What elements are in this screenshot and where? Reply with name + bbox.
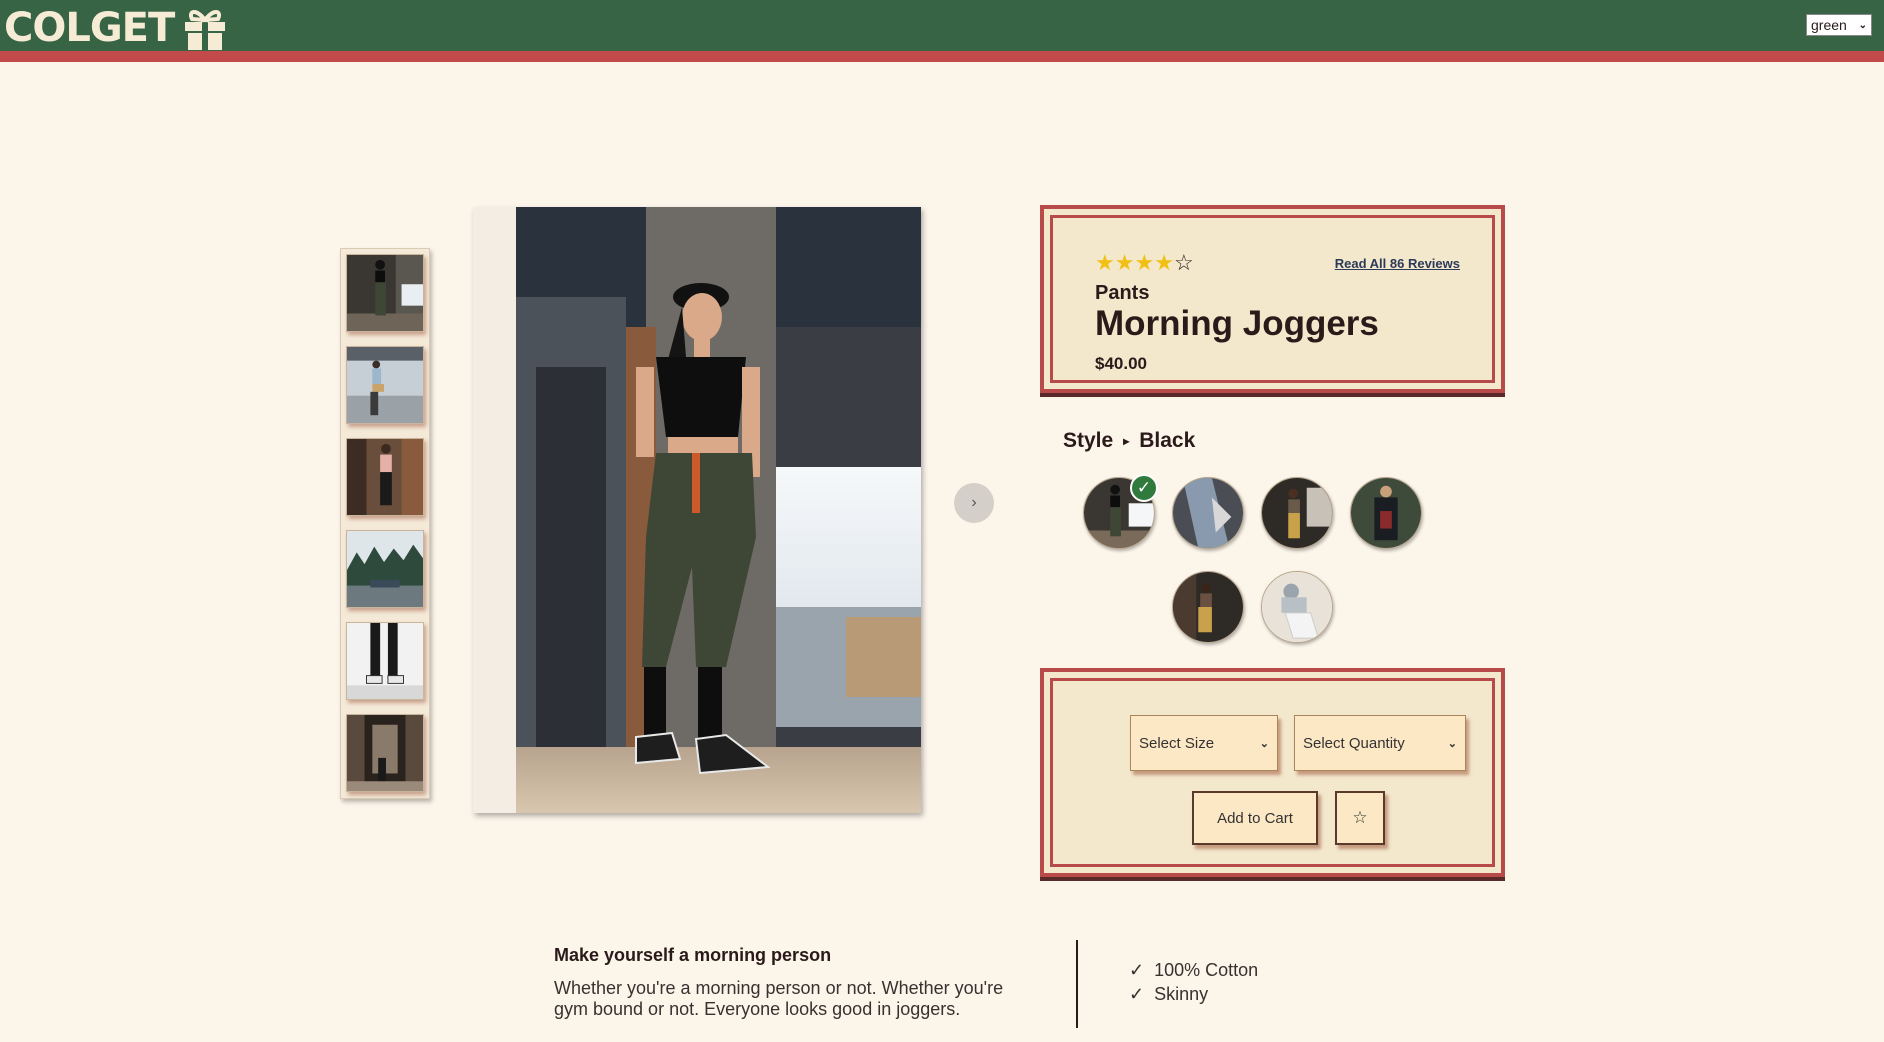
site-header: COLGET green ⌄	[0, 0, 1884, 62]
quantity-select-placeholder: Select Quantity	[1303, 734, 1405, 752]
thumbnail-1[interactable]	[346, 254, 424, 332]
gift-icon	[185, 10, 226, 50]
star-icon: ★	[1095, 250, 1115, 275]
logo[interactable]: COLGET	[4, 4, 228, 52]
style-selected-value: Black	[1139, 429, 1196, 452]
theme-select-value: green	[1811, 17, 1847, 33]
swatch-image	[1173, 478, 1243, 548]
product-photo	[516, 207, 921, 813]
logo-text: COLGET	[4, 5, 175, 51]
style-swatch-4[interactable]	[1350, 477, 1422, 549]
star-outline-icon: ☆	[1352, 808, 1368, 827]
thumbnail-strip	[340, 248, 430, 799]
feature-text: Skinny	[1154, 984, 1209, 1004]
feature-text: 100% Cotton	[1154, 960, 1259, 980]
style-swatch-2[interactable]	[1172, 477, 1244, 549]
thumbnail-image	[347, 531, 423, 607]
checkmark-icon: ✓	[1129, 960, 1145, 980]
arrow-right-icon: ▸	[1123, 434, 1130, 448]
swatch-image	[1351, 478, 1421, 548]
swatch-image	[1262, 572, 1332, 642]
product-category: Pants	[1095, 282, 1150, 304]
swatch-image	[1262, 478, 1332, 548]
checkmark-icon: ✓	[1129, 984, 1145, 1004]
style-swatch-3[interactable]	[1261, 477, 1333, 549]
feature-item: ✓ Skinny	[1129, 982, 1258, 1006]
thumbnail-2[interactable]	[346, 346, 424, 424]
add-to-cart-label: Add to Cart	[1217, 809, 1293, 827]
product-info-panel: ★ ★ ★ ★ ☆ Read All 86 Reviews Pants Morn…	[1040, 205, 1505, 393]
product-price: $40.00	[1095, 354, 1147, 373]
main-image-frame	[473, 207, 921, 813]
swatch-image	[1173, 572, 1243, 642]
thumbnail-image	[347, 255, 423, 331]
rating-stars: ★ ★ ★ ★ ☆	[1095, 252, 1194, 274]
selected-check-icon: ✓	[1130, 474, 1158, 502]
star-outline-icon: ☆	[1173, 250, 1194, 275]
size-select[interactable]: Select Size ⌄	[1130, 715, 1278, 771]
cart-panel-inner: Select Size ⌄ Select Quantity ⌄ Add to C…	[1050, 678, 1495, 867]
style-swatch-6[interactable]	[1261, 571, 1333, 643]
quantity-select[interactable]: Select Quantity ⌄	[1294, 715, 1466, 771]
add-to-cart-button[interactable]: Add to Cart	[1192, 791, 1318, 845]
main-product-image[interactable]	[516, 207, 921, 813]
thumbnail-5[interactable]	[346, 622, 424, 700]
star-icon: ★	[1154, 250, 1174, 275]
size-select-placeholder: Select Size	[1139, 734, 1215, 752]
product-info-inner: ★ ★ ★ ★ ☆ Read All 86 Reviews Pants Morn…	[1050, 215, 1495, 383]
chevron-down-icon: ⌄	[1259, 737, 1269, 750]
description-title: Make yourself a morning person	[554, 945, 832, 965]
thumbnail-6[interactable]	[346, 714, 424, 792]
favorite-button[interactable]: ☆	[1335, 791, 1385, 845]
next-image-button[interactable]: ›	[954, 483, 994, 523]
description-divider	[1076, 940, 1078, 1028]
thumbnail-4[interactable]	[346, 530, 424, 608]
style-heading: Style	[1063, 429, 1114, 452]
thumbnail-image	[347, 715, 423, 791]
feature-item: ✓ 100% Cotton	[1129, 958, 1258, 982]
theme-select[interactable]: green ⌄	[1806, 14, 1872, 36]
thumbnail-3[interactable]	[346, 438, 424, 516]
product-title: Morning Joggers	[1095, 304, 1379, 343]
chevron-down-icon: ⌄	[1447, 737, 1457, 750]
feature-list: ✓ 100% Cotton ✓ Skinny	[1129, 958, 1258, 1006]
star-icon: ★	[1134, 250, 1155, 275]
read-reviews-link[interactable]: Read All 86 Reviews	[1335, 256, 1460, 271]
thumbnail-image	[347, 439, 423, 515]
star-icon: ★	[1114, 250, 1135, 275]
chevron-down-icon: ⌄	[1858, 19, 1867, 31]
style-label: Style ▸ Black	[1063, 429, 1195, 453]
chevron-right-icon: ›	[971, 494, 977, 511]
thumbnail-image	[347, 347, 423, 423]
thumbnail-image	[347, 623, 423, 699]
description-body: Whether you're a morning person or not. …	[554, 978, 1004, 1019]
style-swatch-5[interactable]	[1172, 571, 1244, 643]
cart-panel: Select Size ⌄ Select Quantity ⌄ Add to C…	[1040, 668, 1505, 877]
